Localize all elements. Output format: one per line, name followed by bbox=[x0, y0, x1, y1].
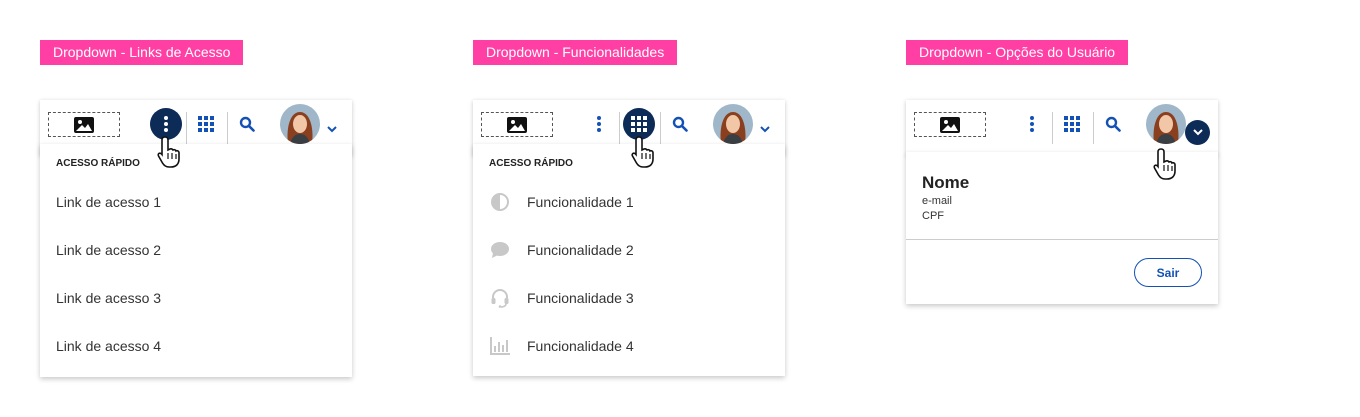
avatar[interactable] bbox=[1146, 104, 1186, 144]
kebab-icon bbox=[164, 116, 168, 132]
search-icon bbox=[1105, 116, 1121, 132]
panel-funcionalidades: Dropdown - Funcionalidades ACESSO RÁPIDO… bbox=[473, 40, 787, 376]
search-button[interactable] bbox=[231, 108, 263, 140]
functionalities-button[interactable] bbox=[1056, 108, 1088, 140]
user-cpf: CPF bbox=[922, 210, 944, 222]
kebab-icon bbox=[1030, 116, 1034, 132]
menu-item-label: Funcionalidade 3 bbox=[527, 290, 634, 306]
pointer-hand-icon bbox=[1153, 148, 1176, 180]
image-icon bbox=[940, 116, 960, 133]
menu-item-functionality[interactable]: Funcionalidade 1 bbox=[473, 178, 785, 226]
user-menu-toggle[interactable] bbox=[758, 122, 772, 136]
menu-item-label: Funcionalidade 2 bbox=[527, 242, 634, 258]
grid-icon bbox=[1064, 116, 1080, 132]
headset-icon bbox=[489, 287, 511, 309]
panel-tag: Dropdown - Opções do Usuário bbox=[906, 40, 1129, 65]
search-button[interactable] bbox=[664, 108, 696, 140]
chat-bubble-icon bbox=[489, 239, 511, 261]
menu-item-label: Link de acesso 1 bbox=[56, 194, 162, 210]
avatar[interactable] bbox=[280, 104, 320, 144]
image-icon bbox=[74, 116, 94, 133]
contrast-icon bbox=[489, 191, 511, 213]
menu-item-link[interactable]: Link de acesso 1 bbox=[40, 178, 352, 226]
divider bbox=[227, 112, 228, 144]
menu-item-link[interactable]: Link de acesso 3 bbox=[40, 274, 352, 322]
search-icon bbox=[672, 116, 688, 132]
image-icon bbox=[507, 116, 527, 133]
menu-item-label: Funcionalidade 4 bbox=[527, 338, 634, 354]
panel-tag: Dropdown - Funcionalidades bbox=[473, 40, 678, 65]
kebab-menu-button[interactable] bbox=[583, 108, 615, 140]
menu-item-label: Link de acesso 3 bbox=[56, 290, 162, 306]
user-photo bbox=[713, 104, 753, 144]
avatar[interactable] bbox=[713, 104, 753, 144]
chevron-down-icon bbox=[327, 125, 337, 132]
panel-opcoes-usuario: Dropdown - Opções do Usuário Nome e-mail… bbox=[906, 40, 1220, 304]
user-name: Nome bbox=[922, 173, 970, 192]
kebab-menu-button[interactable] bbox=[1016, 108, 1048, 140]
search-button[interactable] bbox=[1097, 108, 1129, 140]
menu-item-label: Link de acesso 2 bbox=[56, 242, 162, 258]
menu-item-functionality[interactable]: Funcionalidade 2 bbox=[473, 226, 785, 274]
logo-placeholder[interactable] bbox=[481, 112, 553, 137]
menu-item-label: Funcionalidade 1 bbox=[527, 194, 634, 210]
chevron-down-icon bbox=[1192, 129, 1203, 136]
links-dropdown: ACESSO RÁPIDO Link de acesso 1 Link de a… bbox=[40, 144, 352, 377]
divider bbox=[1093, 112, 1094, 144]
menu-item-link[interactable]: Link de acesso 4 bbox=[40, 322, 352, 370]
logo-placeholder[interactable] bbox=[48, 112, 120, 137]
pointer-hand-icon bbox=[157, 136, 180, 168]
kebab-icon bbox=[597, 116, 601, 132]
user-photo bbox=[280, 104, 320, 144]
panel-tag: Dropdown - Links de Acesso bbox=[40, 40, 244, 65]
divider bbox=[1052, 112, 1053, 144]
menu-item-label: Link de acesso 4 bbox=[56, 338, 162, 354]
menu-item-functionality[interactable]: Funcionalidade 3 bbox=[473, 274, 785, 322]
grid-icon bbox=[198, 116, 214, 132]
divider bbox=[906, 239, 1218, 240]
logo-placeholder[interactable] bbox=[914, 112, 986, 137]
bar-chart-icon bbox=[489, 335, 511, 357]
logout-button[interactable]: Sair bbox=[1134, 258, 1202, 287]
menu-header: ACESSO RÁPIDO bbox=[56, 158, 140, 169]
user-photo bbox=[1146, 104, 1186, 144]
user-email: e-mail bbox=[922, 195, 952, 207]
user-menu-toggle[interactable] bbox=[1185, 120, 1210, 145]
panel-links-de-acesso: Dropdown - Links de Acesso ACESSO RÁPIDO… bbox=[40, 40, 354, 377]
grid-icon bbox=[631, 116, 647, 132]
menu-item-functionality[interactable]: Funcionalidade 4 bbox=[473, 322, 785, 370]
functionalities-button[interactable] bbox=[190, 108, 222, 140]
chevron-down-icon bbox=[760, 125, 770, 132]
menu-item-link[interactable]: Link de acesso 2 bbox=[40, 226, 352, 274]
divider bbox=[619, 112, 620, 144]
pointer-hand-icon bbox=[631, 136, 654, 168]
search-icon bbox=[239, 116, 255, 132]
functionalities-dropdown: ACESSO RÁPIDO Funcionalidade 1 Funcional… bbox=[473, 144, 785, 376]
user-menu-toggle[interactable] bbox=[325, 122, 339, 136]
